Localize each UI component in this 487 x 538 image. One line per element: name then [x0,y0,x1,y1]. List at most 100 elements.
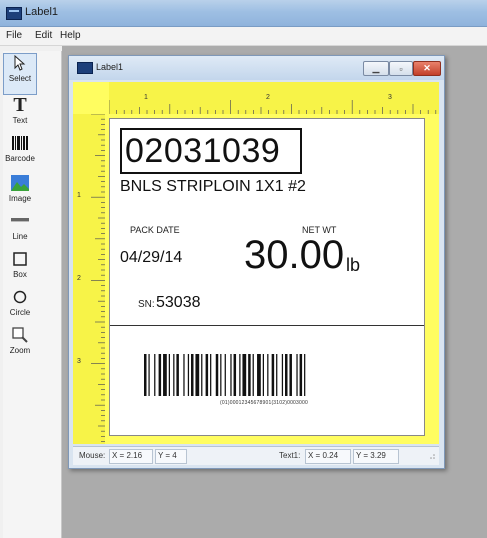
hruler-number: 2 [266,94,270,101]
barcode-bar [271,354,275,396]
barcode[interactable] [144,354,384,396]
close-icon: ✕ [423,63,431,73]
barcode-human-readable: (01)00012345678901(3102)0003000 [220,400,308,406]
tool-line[interactable]: Line [3,211,37,241]
barcode-bar [304,354,306,396]
vruler-number: 3 [77,358,81,365]
barcode-bar [299,354,303,396]
barcode-bar [296,354,298,396]
mouse-y: Y = 4 [158,451,177,460]
status-bar: Mouse: X = 2.16 Y = 4 Text1: X = 0.24 Y … [73,446,439,465]
tool-box[interactable]: Box [3,249,37,279]
sn-label[interactable]: SN: [138,299,155,310]
barcode-bar [276,354,278,396]
document-title-bar[interactable]: Label1 ▁ ▫ ✕ [69,56,444,80]
barcode-bar [195,354,200,396]
barcode-bar [242,354,247,396]
mouse-y-box: Y = 4 [155,449,187,464]
box-tool-icon [9,249,31,269]
barcode-bar [289,354,292,396]
barcode-bar [224,354,226,396]
image-tool-icon [9,173,31,193]
barcode-bar [239,354,241,396]
pack-date-value[interactable]: 04/29/14 [120,249,182,267]
mouse-x: X = 2.16 [112,451,143,460]
barcode-bar [191,354,194,396]
barcode-bar [285,354,288,396]
barcode-bar [230,354,232,396]
label-canvas[interactable]: 1 2 3 1 2 3 02031039 BNLS STRIPLOIN 1X1 … [73,82,439,444]
resize-grip-icon[interactable] [428,452,436,460]
app-title: Label1 [25,6,59,18]
text-object-label: Text1: [279,451,301,460]
line-tool-icon [9,211,31,231]
minimize-button[interactable]: ▁ [363,61,389,76]
barcode-bar [233,354,237,396]
toolbox: Select T Text Barcode Image Line Box Cir… [3,51,62,538]
barcode-bar [215,354,219,396]
tool-circle[interactable]: Circle [3,287,37,317]
barcode-bar [168,354,170,396]
barcode-bar [220,354,222,396]
close-button[interactable]: ✕ [413,61,441,76]
hruler-number: 3 [388,94,392,101]
tool-barcode[interactable]: Barcode [3,133,37,163]
item-code-box[interactable]: 02031039 [120,128,302,174]
barcode-bar [205,354,209,396]
barcode-bar [262,354,264,396]
maximize-icon: ▫ [399,63,403,74]
barcode-bar [163,354,167,396]
text-x-box: X = 0.24 [305,449,351,464]
text-tool-icon: T [13,94,27,116]
net-wt-unit[interactable]: lb [346,255,360,276]
document-window: Label1 ▁ ▫ ✕ 1 2 3 1 2 3 02031039 BNLS S… [68,55,445,469]
tool-select[interactable]: Select [3,53,37,95]
barcode-tool-icon [9,133,31,153]
mouse-x-box: X = 2.16 [109,449,153,464]
select-arrow-icon [9,53,31,73]
barcode-bar [210,354,212,396]
vertical-ruler: 1 2 3 [73,113,105,444]
document-icon [77,62,93,74]
barcode-bar [144,354,147,396]
barcode-bar [257,354,261,396]
mouse-label: Mouse: [79,451,106,460]
vruler-number: 1 [77,192,81,199]
net-wt-value[interactable]: 30.00 [244,233,344,277]
barcode-bar [176,354,179,396]
barcode-bar [281,354,284,396]
menu-edit[interactable]: Edit [35,30,52,41]
text-y-box: Y = 3.29 [353,449,399,464]
barcode-bar [201,354,203,396]
app-icon [6,7,22,20]
horizontal-ruler: 1 2 3 [108,82,439,114]
menu-bar: File Edit Help [0,27,487,46]
text-x: X = 0.24 [308,451,339,460]
menu-file[interactable]: File [6,30,22,41]
tool-text[interactable]: T Text [3,95,37,125]
barcode-bar [267,354,269,396]
zoom-tool-icon [9,325,31,345]
vruler-number: 2 [77,275,81,282]
text-y: Y = 3.29 [356,451,386,460]
menu-help[interactable]: Help [60,30,81,41]
barcode-bar [183,354,185,396]
hruler-number: 1 [144,94,148,101]
sn-value[interactable]: 53038 [156,294,201,312]
minimize-icon: ▁ [372,63,380,73]
barcode-bar [158,354,162,396]
barcode-bar [154,354,156,396]
tool-zoom[interactable]: Zoom [3,325,37,355]
barcode-bar [148,354,150,396]
tool-image[interactable]: Image [3,173,37,203]
divider-line[interactable] [110,325,424,326]
barcode-bar [248,354,251,396]
label-paper[interactable]: 02031039 BNLS STRIPLOIN 1X1 #2 PACK DATE… [109,118,425,436]
pack-date-label[interactable]: PACK DATE [130,225,180,235]
document-title: Label1 [96,62,124,72]
app-title-bar[interactable]: Label1 [0,0,487,27]
item-description[interactable]: BNLS STRIPLOIN 1X1 #2 [120,178,306,196]
maximize-button[interactable]: ▫ [389,61,413,76]
barcode-bar [252,354,254,396]
item-code: 02031039 [125,132,281,170]
